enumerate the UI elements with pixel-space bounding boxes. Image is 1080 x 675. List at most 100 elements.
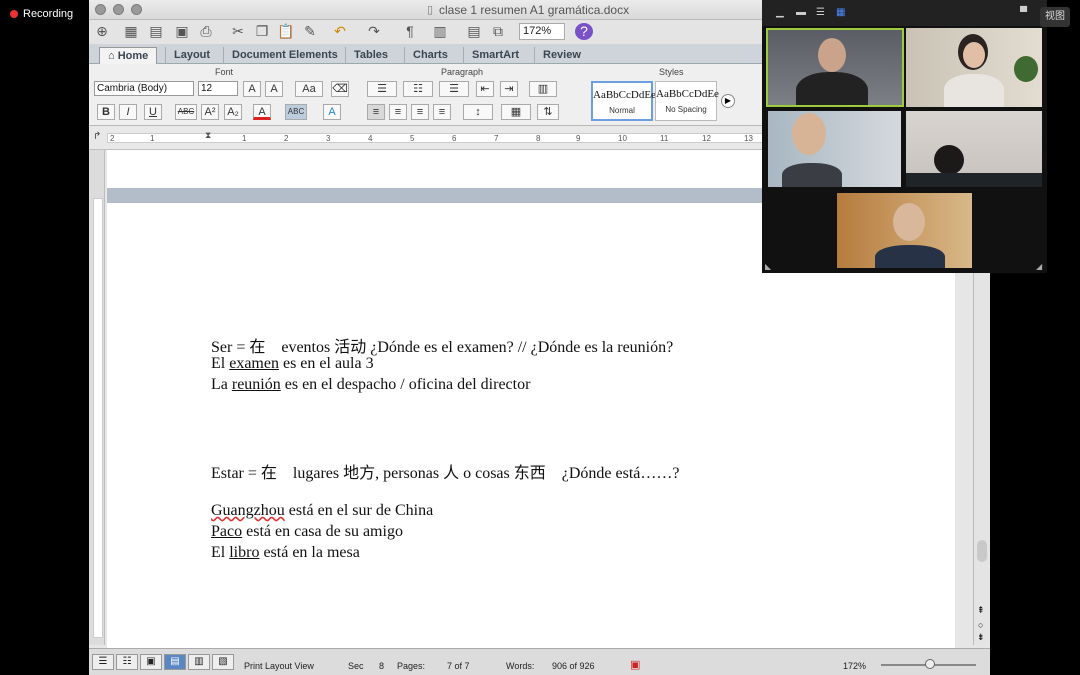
decrease-indent-icon[interactable]: ⇤: [476, 81, 494, 97]
text-run-underlined: Paco: [211, 523, 243, 540]
sort-icon[interactable]: ⇅: [537, 104, 559, 120]
format-painter-icon[interactable]: ✎: [301, 23, 319, 40]
justify-icon[interactable]: ≡: [433, 104, 451, 120]
zoom-window-button[interactable]: [131, 4, 142, 15]
minimize-window-button[interactable]: [113, 4, 124, 15]
tab-smartart[interactable]: SmartArt: [463, 47, 527, 64]
numbering-icon[interactable]: ☷: [403, 81, 433, 97]
print-icon[interactable]: ⎙: [197, 23, 215, 40]
undo-icon[interactable]: ↶: [331, 23, 349, 40]
underline-button[interactable]: U: [144, 104, 162, 120]
estar-example-2: Paco está en casa de su amigo: [211, 523, 403, 541]
view-button[interactable]: 视图: [1040, 7, 1070, 27]
style-normal[interactable]: AaBbCcDdEe Normal: [591, 81, 656, 121]
paste-icon[interactable]: 📋: [277, 23, 295, 40]
proofing-icon[interactable]: ▣: [630, 658, 640, 671]
indent-marker-icon[interactable]: ⧗: [205, 130, 211, 141]
style-normal-name: Normal: [609, 106, 635, 115]
text-effects-icon[interactable]: A: [323, 104, 341, 120]
superscript-button[interactable]: A²: [201, 104, 219, 120]
bullets-icon[interactable]: ☰: [367, 81, 397, 97]
increase-indent-icon[interactable]: ⇥: [500, 81, 518, 97]
borders-icon[interactable]: ▦: [501, 104, 531, 120]
italic-button[interactable]: I: [119, 104, 137, 120]
ser-example-2: La reunión es en el despacho / oficina d…: [211, 376, 530, 394]
show-formatting-icon[interactable]: ¶: [401, 23, 419, 40]
highlight-icon[interactable]: ABC: [285, 104, 307, 120]
view-strip-icon[interactable]: ▬: [796, 7, 806, 18]
recording-indicator: Recording: [10, 8, 73, 20]
sidebar-icon[interactable]: ▥: [431, 23, 449, 40]
browse-object-icon[interactable]: ○: [978, 620, 983, 630]
fullscreen-icon[interactable]: ▀: [1020, 7, 1027, 18]
previous-page-icon[interactable]: ⇞: [977, 605, 985, 616]
fullscreen-view-icon[interactable]: ▧: [212, 654, 234, 670]
cut-icon[interactable]: ✂: [229, 23, 247, 40]
participant-body: [782, 163, 842, 187]
save-icon[interactable]: ▣: [173, 23, 191, 40]
notebook-view-icon[interactable]: ▥: [188, 654, 210, 670]
minimize-icon[interactable]: ▁: [776, 7, 784, 18]
align-left-icon[interactable]: ≡: [367, 104, 385, 120]
estar-line: Estar = 在 lugares 地方, personas 人 o cosas…: [211, 465, 680, 482]
outline-view-icon[interactable]: ☷: [116, 654, 138, 670]
new-document-icon[interactable]: ⊕: [93, 23, 111, 40]
window-title: clase 1 resumen A1 gramática.docx: [439, 3, 630, 17]
grow-font-icon[interactable]: A: [243, 81, 261, 97]
close-window-button[interactable]: [95, 4, 106, 15]
ruler-number: 9: [576, 134, 581, 143]
styles-next-icon[interactable]: ▶: [721, 94, 735, 108]
bold-button[interactable]: B: [97, 104, 115, 120]
video-tile-active-speaker[interactable]: [766, 28, 904, 107]
gallery-icon[interactable]: ▤: [465, 23, 483, 40]
next-page-icon[interactable]: ⇟: [977, 632, 985, 643]
zoom-slider-thumb[interactable]: [925, 659, 935, 669]
resize-handle-icon[interactable]: ◢: [1036, 262, 1042, 271]
ruler-number: 2: [110, 134, 115, 143]
clear-formatting-icon[interactable]: ⌫: [331, 81, 349, 97]
resize-handle-icon[interactable]: ◣: [765, 262, 771, 271]
participant-head: [818, 38, 846, 72]
zoom-select[interactable]: 172%: [519, 23, 565, 40]
draft-view-icon[interactable]: ☰: [92, 654, 114, 670]
font-color-icon[interactable]: A: [253, 104, 271, 120]
view-speaker-icon[interactable]: ☰: [816, 7, 825, 18]
tab-tables[interactable]: Tables: [345, 47, 396, 64]
subscript-button[interactable]: A₂: [224, 104, 242, 120]
style-no-spacing-preview: AaBbCcDdEe: [656, 88, 719, 100]
text-run: está en la mesa: [259, 544, 360, 561]
font-size-select[interactable]: 12: [198, 81, 238, 96]
scroll-thumb[interactable]: [977, 540, 987, 562]
video-tile-participant-5[interactable]: [837, 193, 972, 268]
tab-stop-icon[interactable]: ↱: [93, 131, 101, 142]
copy-icon[interactable]: ❐: [253, 23, 271, 40]
tab-home[interactable]: ⌂ Home: [99, 47, 158, 64]
text-run-misspelled: Guangzhou: [211, 502, 285, 519]
tab-document-elements[interactable]: Document Elements: [223, 47, 346, 64]
open-icon[interactable]: ▤: [147, 23, 165, 40]
video-tile-participant-3[interactable]: [768, 111, 901, 187]
video-tile-participant-2[interactable]: [906, 28, 1042, 107]
line-spacing-icon[interactable]: ↕: [463, 104, 493, 120]
shrink-font-icon[interactable]: A: [265, 81, 283, 97]
toolbox-icon[interactable]: ⧉: [489, 23, 507, 40]
change-case-icon[interactable]: Aa: [295, 81, 323, 97]
multilevel-list-icon[interactable]: ☰: [439, 81, 469, 97]
video-tile-participant-4[interactable]: [906, 111, 1042, 187]
help-icon[interactable]: ?: [575, 23, 593, 40]
strikethrough-button[interactable]: ABC: [175, 104, 197, 120]
columns-icon[interactable]: ▥: [529, 81, 557, 97]
publishing-view-icon[interactable]: ▣: [140, 654, 162, 670]
words-value: 906 of 926: [552, 661, 595, 671]
font-name-select[interactable]: Cambria (Body): [94, 81, 194, 96]
templates-icon[interactable]: ▦: [122, 23, 140, 40]
tab-review[interactable]: Review: [534, 47, 589, 64]
tab-charts[interactable]: Charts: [404, 47, 456, 64]
align-right-icon[interactable]: ≡: [411, 104, 429, 120]
align-center-icon[interactable]: ≡: [389, 104, 407, 120]
view-grid-icon[interactable]: ▦: [836, 7, 845, 18]
print-layout-view-icon[interactable]: ▤: [164, 654, 186, 670]
tab-layout[interactable]: Layout: [165, 47, 218, 64]
redo-icon[interactable]: ↷: [365, 23, 383, 40]
style-no-spacing[interactable]: AaBbCcDdEe No Spacing: [655, 81, 719, 121]
